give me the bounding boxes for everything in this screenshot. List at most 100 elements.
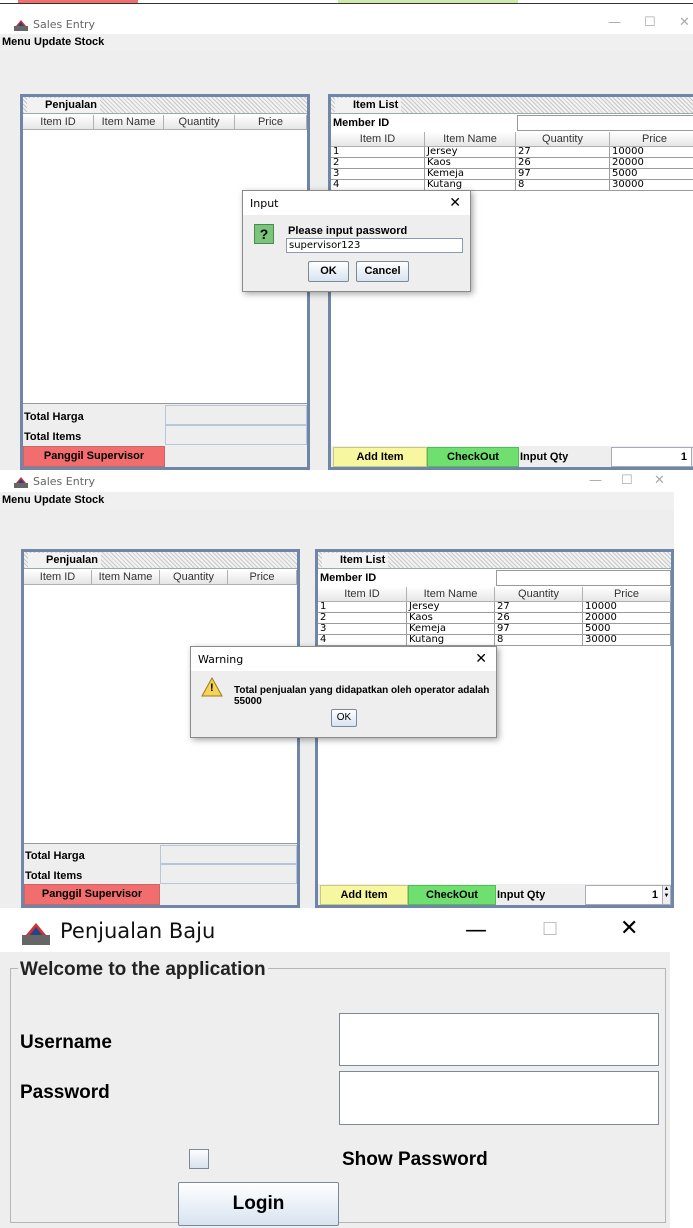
- password-input[interactable]: supervisor123: [286, 238, 463, 253]
- table-cell[interactable]: 97: [495, 624, 583, 635]
- close-icon[interactable]: ✕: [654, 473, 665, 488]
- column-header-item-name[interactable]: Item Name: [92, 570, 160, 585]
- column-header-quantity[interactable]: Quantity: [495, 587, 583, 602]
- table-cell[interactable]: 26: [516, 158, 610, 169]
- password-input[interactable]: [339, 1071, 659, 1125]
- dialog-title: Input: [250, 197, 279, 210]
- total-harga-field: [165, 405, 307, 425]
- question-icon: ?: [254, 224, 274, 244]
- column-header-item-name[interactable]: Item Name: [407, 587, 495, 602]
- java-app-icon: [22, 923, 50, 945]
- checkout-button[interactable]: CheckOut: [408, 885, 496, 905]
- table-cell[interactable]: 27: [495, 602, 583, 613]
- qty-spinner[interactable]: 1 ▲▼: [585, 885, 671, 905]
- table-cell[interactable]: 4: [318, 635, 407, 646]
- total-items-field: [160, 864, 297, 884]
- penjualan-titlebar[interactable]: Penjualan: [24, 552, 297, 569]
- total-harga-label: Total Harga: [25, 850, 85, 862]
- item-list-titlebar[interactable]: Item List: [331, 97, 693, 114]
- minimize-icon[interactable]: —: [608, 15, 621, 30]
- column-header-quantity[interactable]: Quantity: [164, 115, 235, 130]
- table-cell[interactable]: Kemeja: [425, 169, 516, 180]
- dialog-titlebar[interactable]: Warning ✕: [191, 647, 496, 671]
- column-header-price[interactable]: Price: [610, 132, 693, 147]
- close-icon[interactable]: ✕: [475, 650, 487, 667]
- table-cell[interactable]: Jersey: [425, 147, 516, 158]
- table-cell[interactable]: Kaos: [425, 158, 516, 169]
- table-cell[interactable]: 3: [318, 624, 407, 635]
- input-dialog: Input ✕ ? Please input password supervis…: [242, 190, 471, 292]
- add-item-button[interactable]: Add Item: [333, 447, 427, 467]
- table-cell[interactable]: 1: [331, 147, 425, 158]
- window-title: Sales Entry: [33, 475, 96, 488]
- login-button[interactable]: Login: [178, 1182, 339, 1226]
- table-cell[interactable]: 30000: [583, 635, 671, 646]
- member-id-input[interactable]: [517, 115, 693, 131]
- table-cell[interactable]: 1: [318, 602, 407, 613]
- menu-menu[interactable]: Menu: [2, 36, 31, 48]
- column-header-item-name[interactable]: Item Name: [94, 115, 164, 130]
- table-cell[interactable]: 20000: [583, 613, 671, 624]
- dialog-titlebar[interactable]: Input ✕: [243, 191, 470, 215]
- table-cell[interactable]: 27: [516, 147, 610, 158]
- table-cell[interactable]: Kaos: [407, 613, 495, 624]
- table-cell[interactable]: 3: [331, 169, 425, 180]
- panggil-supervisor-button[interactable]: Panggil Supervisor: [23, 446, 165, 467]
- close-icon[interactable]: ✕: [449, 194, 461, 211]
- maximize-icon[interactable]: ☐: [542, 919, 558, 940]
- column-header-item-id[interactable]: Item ID: [23, 115, 94, 130]
- table-cell[interactable]: 2: [331, 158, 425, 169]
- penjualan-titlebar[interactable]: Penjualan: [23, 97, 307, 114]
- panggil-supervisor-button[interactable]: Panggil Supervisor: [24, 884, 160, 905]
- member-id-input[interactable]: [496, 570, 671, 586]
- username-input[interactable]: [339, 1013, 659, 1066]
- column-header-item-id[interactable]: Item ID: [318, 587, 407, 602]
- table-cell[interactable]: 26: [495, 613, 583, 624]
- table-cell[interactable]: 10000: [583, 602, 671, 613]
- close-icon[interactable]: ✕: [679, 15, 690, 30]
- ok-button[interactable]: OK: [331, 709, 357, 727]
- table-cell[interactable]: 97: [516, 169, 610, 180]
- item-list-title: Item List: [335, 98, 402, 113]
- table-cell[interactable]: Kemeja: [407, 624, 495, 635]
- column-header-price[interactable]: Price: [583, 587, 671, 602]
- column-header-price[interactable]: Price: [228, 570, 297, 585]
- maximize-icon[interactable]: ☐: [621, 473, 633, 488]
- ok-button[interactable]: OK: [308, 261, 349, 282]
- java-app-icon: [14, 477, 28, 488]
- table-cell[interactable]: 30000: [610, 180, 693, 191]
- column-header-price[interactable]: Price: [235, 115, 307, 130]
- table-cell[interactable]: 2: [318, 613, 407, 624]
- column-header-quantity[interactable]: Quantity: [516, 132, 610, 147]
- table-cell[interactable]: 8: [516, 180, 610, 191]
- show-password-checkbox[interactable]: [189, 1149, 209, 1169]
- penjualan-title: Penjualan: [27, 98, 100, 113]
- column-header-quantity[interactable]: Quantity: [160, 570, 228, 585]
- minimize-icon[interactable]: —: [589, 473, 602, 488]
- checkout-button[interactable]: CheckOut: [427, 447, 519, 467]
- table-cell[interactable]: 20000: [610, 158, 693, 169]
- add-item-button[interactable]: Add Item: [320, 885, 408, 905]
- menu-update-stock[interactable]: Update Stock: [34, 36, 104, 48]
- column-header-item-id[interactable]: Item ID: [331, 132, 425, 147]
- table-cell[interactable]: 10000: [610, 147, 693, 158]
- minimize-icon[interactable]: —: [465, 918, 487, 943]
- menu-update-stock[interactable]: Update Stock: [34, 494, 104, 506]
- qty-spinner[interactable]: 1 ▲▼: [611, 447, 693, 467]
- item-list-titlebar[interactable]: Item List: [318, 552, 671, 569]
- table-cell[interactable]: 5000: [583, 624, 671, 635]
- input-qty-label: Input Qty: [520, 451, 569, 463]
- table-cell[interactable]: Kutang: [407, 635, 495, 646]
- spinner-arrows-icon[interactable]: ▲▼: [662, 886, 670, 904]
- maximize-icon[interactable]: ☐: [644, 15, 656, 30]
- table-cell[interactable]: 8: [495, 635, 583, 646]
- table-cell[interactable]: 5000: [610, 169, 693, 180]
- menu-menu[interactable]: Menu: [2, 494, 31, 506]
- cancel-button[interactable]: Cancel: [356, 261, 409, 282]
- close-icon[interactable]: ✕: [620, 916, 638, 941]
- column-header-item-name[interactable]: Item Name: [425, 132, 516, 147]
- window-titlebar: Sales Entry — ☐ ✕: [0, 4, 693, 38]
- dialog-title: Warning: [198, 653, 244, 666]
- column-header-item-id[interactable]: Item ID: [24, 570, 92, 585]
- table-cell[interactable]: Jersey: [407, 602, 495, 613]
